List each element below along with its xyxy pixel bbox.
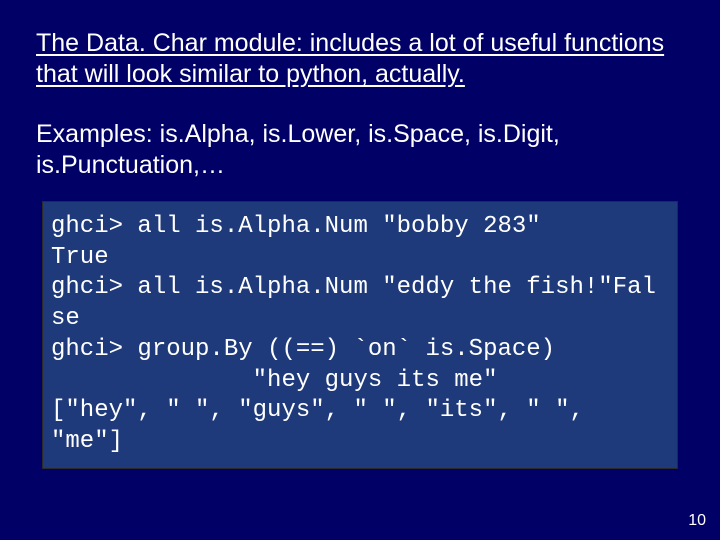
examples-text: Examples: is.Alpha, is.Lower, is.Space, … xyxy=(36,119,684,182)
slide-title: The Data. Char module: includes a lot of… xyxy=(36,28,684,91)
code-block: ghci> all is.Alpha.Num "bobby 283" True … xyxy=(42,201,678,469)
page-number: 10 xyxy=(688,512,706,530)
slide-content: The Data. Char module: includes a lot of… xyxy=(0,0,720,469)
